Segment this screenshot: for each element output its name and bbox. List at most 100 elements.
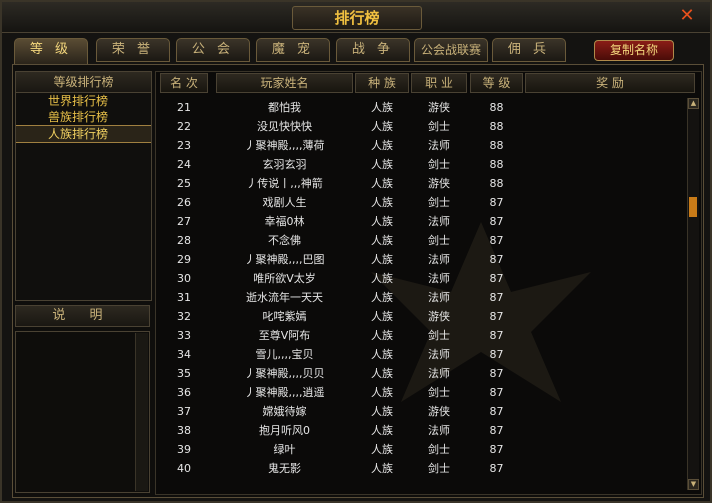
cell-level: 88 xyxy=(489,177,504,190)
cell-rank: 22 xyxy=(177,120,191,133)
cell-level: 88 xyxy=(489,101,504,114)
cell-race: 人族 xyxy=(371,101,393,114)
cell-rank: 28 xyxy=(177,234,191,247)
cell-player-name: 至尊V阿布 xyxy=(258,329,311,342)
category-world[interactable]: 世界排行榜 xyxy=(16,93,151,109)
table-row[interactable]: 24 玄羽玄羽 人族 剑士 88 xyxy=(156,155,686,174)
cell-rank: 33 xyxy=(177,329,191,342)
col-player-name[interactable]: 玩家姓名 xyxy=(216,73,353,93)
table-row[interactable]: 29 丿聚神殿,,,,巴图 人族 法师 87 xyxy=(156,250,686,269)
cell-rank: 35 xyxy=(177,367,191,380)
cell-race: 人族 xyxy=(371,253,393,266)
cell-player-name: 戏剧人生 xyxy=(262,196,307,209)
cell-job: 法师 xyxy=(428,253,450,266)
cell-player-name: 叱咤紫嫣 xyxy=(262,310,307,323)
table-row[interactable]: 27 幸福0林 人族 法师 87 xyxy=(156,212,686,231)
table-row[interactable]: 38 抱月听风0 人族 法师 87 xyxy=(156,421,686,440)
tab-war[interactable]: 战 争 xyxy=(336,38,410,62)
table-row[interactable]: 37 嫦娥待嫁 人族 游侠 87 xyxy=(156,402,686,421)
cell-rank: 32 xyxy=(177,310,191,323)
cell-race: 人族 xyxy=(371,424,393,437)
cell-race: 人族 xyxy=(371,291,393,304)
scroll-up-icon[interactable]: ▲ xyxy=(688,98,699,109)
table-row[interactable]: 23 丿聚神殿,,,,薄荷 人族 法师 88 xyxy=(156,136,686,155)
scroll-thumb[interactable] xyxy=(689,196,697,217)
description-header: 说 明 xyxy=(15,305,150,327)
cell-player-name: 丿传说丨,,,神箭 xyxy=(246,177,323,190)
cell-race: 人族 xyxy=(371,196,393,209)
scroll-down-icon[interactable]: ▼ xyxy=(688,479,699,490)
cell-player-name: 玄羽玄羽 xyxy=(262,158,307,171)
cell-job: 剑士 xyxy=(428,443,450,456)
cell-rank: 21 xyxy=(177,101,191,114)
table-row[interactable]: 30 唯所欲V太岁 人族 法师 87 xyxy=(156,269,686,288)
cell-job: 剑士 xyxy=(428,196,450,209)
cell-race: 人族 xyxy=(371,443,393,456)
cell-rank: 27 xyxy=(177,215,191,228)
cell-level: 87 xyxy=(489,310,504,323)
cell-job: 剑士 xyxy=(428,234,450,247)
cell-race: 人族 xyxy=(371,310,393,323)
cell-rank: 29 xyxy=(177,253,191,266)
table-row[interactable]: 32 叱咤紫嫣 人族 游侠 87 xyxy=(156,307,686,326)
cell-level: 87 xyxy=(489,462,504,475)
col-reward[interactable]: 奖 励 xyxy=(525,73,695,93)
cell-player-name: 逝水流年一天天 xyxy=(246,291,323,304)
table-row[interactable]: 35 丿聚神殿,,,,贝贝 人族 法师 87 xyxy=(156,364,686,383)
tab-mercenary[interactable]: 佣 兵 xyxy=(492,38,566,62)
cell-level: 87 xyxy=(489,367,504,380)
table-row[interactable]: 39 绿叶 人族 剑士 87 xyxy=(156,440,686,459)
description-scrollbar[interactable] xyxy=(135,333,148,491)
cell-player-name: 都怕我 xyxy=(268,101,301,114)
table-row[interactable]: 28 不念佛 人族 剑士 87 xyxy=(156,231,686,250)
cell-level: 87 xyxy=(489,234,504,247)
close-icon[interactable]: ✕ xyxy=(678,7,696,25)
tab-honor[interactable]: 荣 誉 xyxy=(96,38,170,62)
tab-guild-league[interactable]: 公会战联赛 xyxy=(414,38,488,62)
tab-level[interactable]: 等 级 xyxy=(14,38,88,65)
cell-rank: 26 xyxy=(177,196,191,209)
col-race[interactable]: 种 族 xyxy=(355,73,409,93)
table-row[interactable]: 40 鬼无影 人族 剑士 87 xyxy=(156,459,686,478)
cell-rank: 30 xyxy=(177,272,191,285)
table-row[interactable]: 22 没见快快快 人族 剑士 88 xyxy=(156,117,686,136)
cell-job: 法师 xyxy=(428,272,450,285)
description-box xyxy=(15,331,150,493)
table-row[interactable]: 31 逝水流年一天天 人族 法师 87 xyxy=(156,288,686,307)
cell-rank: 25 xyxy=(177,177,191,190)
copy-name-button[interactable]: 复制名称 xyxy=(594,40,674,61)
table-row[interactable]: 26 戏剧人生 人族 剑士 87 xyxy=(156,193,686,212)
cell-rank: 40 xyxy=(177,462,191,475)
category-human[interactable]: 人族排行榜 xyxy=(16,125,151,143)
table-row[interactable]: 21 都怕我 人族 游侠 88 xyxy=(156,98,686,117)
category-beast[interactable]: 兽族排行榜 xyxy=(16,109,151,125)
cell-job: 剑士 xyxy=(428,329,450,342)
cell-job: 法师 xyxy=(428,348,450,361)
col-rank[interactable]: 名 次 xyxy=(160,73,208,93)
title-bar[interactable]: 排行榜 ✕ xyxy=(2,2,710,33)
cell-job: 法师 xyxy=(428,139,450,152)
cell-player-name: 唯所欲V太岁 xyxy=(253,272,316,285)
table-body: 21 都怕我 人族 游侠 88 22 没见快快快 人族 剑士 88 23 丿聚神殿,,,,薄荷 人族 法师… xyxy=(156,98,686,478)
cell-player-name: 丿聚神殿,,,,逍遥 xyxy=(244,386,325,399)
table-row[interactable]: 25 丿传说丨,,,神箭 人族 游侠 88 xyxy=(156,174,686,193)
cell-player-name: 丿聚神殿,,,,薄荷 xyxy=(244,139,325,152)
cell-race: 人族 xyxy=(371,139,393,152)
ranking-window: 排行榜 ✕ 等 级 荣 誉 公 会 魔 宠 战 争 公会战联赛 佣 兵 复制名称… xyxy=(0,0,712,503)
cell-rank: 34 xyxy=(177,348,191,361)
table-row[interactable]: 34 雪儿,,,,宝贝 人族 法师 87 xyxy=(156,345,686,364)
cell-player-name: 没见快快快 xyxy=(257,120,312,133)
col-job[interactable]: 职 业 xyxy=(411,73,467,93)
table-scrollbar[interactable]: ▲ ▼ xyxy=(687,98,699,490)
table-row[interactable]: 33 至尊V阿布 人族 剑士 87 xyxy=(156,326,686,345)
window-title: 排行榜 xyxy=(292,6,422,30)
col-level[interactable]: 等 级 xyxy=(470,73,523,93)
tab-pet[interactable]: 魔 宠 xyxy=(256,38,330,62)
cell-job: 法师 xyxy=(428,424,450,437)
table-row[interactable]: 36 丿聚神殿,,,,逍遥 人族 剑士 87 xyxy=(156,383,686,402)
cell-level: 87 xyxy=(489,329,504,342)
tab-guild[interactable]: 公 会 xyxy=(176,38,250,62)
main-frame: 等级排行榜 世界排行榜 兽族排行榜 人族排行榜 说 明 名 次 玩家姓名 种 族… xyxy=(12,64,704,498)
cell-job: 剑士 xyxy=(428,462,450,475)
cell-race: 人族 xyxy=(371,158,393,171)
